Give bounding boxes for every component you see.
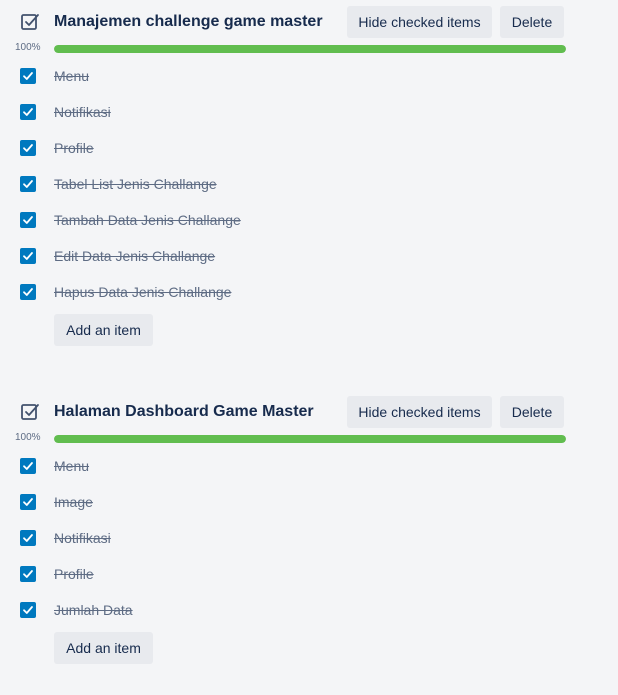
item-label[interactable]: Jumlah Data xyxy=(54,602,133,618)
checklist-item[interactable]: Edit Data Jenis Challange xyxy=(0,238,618,274)
checkmark-icon xyxy=(23,72,33,80)
progress-bar xyxy=(54,45,566,53)
checklist-item[interactable]: Jumlah Data xyxy=(0,592,618,628)
checklist-header: Halaman Dashboard Game Master Hide check… xyxy=(0,392,618,430)
item-checkbox[interactable] xyxy=(20,248,36,264)
checklist-item[interactable]: Notifikasi xyxy=(0,94,618,130)
item-label[interactable]: Profile xyxy=(54,566,94,582)
item-checkbox[interactable] xyxy=(20,68,36,84)
progress-bar xyxy=(54,435,566,443)
item-checkbox[interactable] xyxy=(20,176,36,192)
item-label[interactable]: Profile xyxy=(54,140,94,156)
checkmark-icon xyxy=(23,216,33,224)
progress-bar-fill xyxy=(54,45,566,53)
item-checkbox[interactable] xyxy=(20,566,36,582)
add-item-button[interactable]: Add an item xyxy=(54,314,153,346)
checkmark-icon xyxy=(23,108,33,116)
progress-percentage: 100% xyxy=(15,42,41,53)
delete-checklist-button[interactable]: Delete xyxy=(500,396,564,428)
checklist-item[interactable]: Profile xyxy=(0,130,618,166)
item-label[interactable]: Image xyxy=(54,494,93,510)
checklist-item[interactable]: Hapus Data Jenis Challange xyxy=(0,274,618,310)
progress-bar-fill xyxy=(54,435,566,443)
checkmark-icon xyxy=(23,252,33,260)
checkmark-icon xyxy=(23,498,33,506)
checklist-item[interactable]: Menu xyxy=(0,58,618,94)
item-checkbox[interactable] xyxy=(20,458,36,474)
checklist-item[interactable]: Tambah Data Jenis Challange xyxy=(0,202,618,238)
checkmark-icon xyxy=(23,180,33,188)
item-label[interactable]: Menu xyxy=(54,68,89,84)
checklist: Manajemen challenge game master Hide che… xyxy=(0,2,618,354)
checklist-item[interactable]: Profile xyxy=(0,556,618,592)
progress-row: 100% xyxy=(0,430,618,448)
item-label[interactable]: Notifikasi xyxy=(54,104,111,120)
item-checkbox[interactable] xyxy=(20,602,36,618)
hide-checked-items-button[interactable]: Hide checked items xyxy=(347,396,492,428)
checkmark-icon xyxy=(23,144,33,152)
checkmark-icon xyxy=(23,534,33,542)
checklist-header: Manajemen challenge game master Hide che… xyxy=(0,2,618,40)
item-checkbox[interactable] xyxy=(20,494,36,510)
delete-checklist-button[interactable]: Delete xyxy=(500,6,564,38)
checkmark-icon xyxy=(23,462,33,470)
item-checkbox[interactable] xyxy=(20,104,36,120)
item-label[interactable]: Edit Data Jenis Challange xyxy=(54,248,215,264)
checklist-title[interactable]: Halaman Dashboard Game Master xyxy=(54,403,314,421)
checklist-items: Menu Notifikasi Profile Tabel List Jenis Ch… xyxy=(0,58,618,310)
item-label[interactable]: Tambah Data Jenis Challange xyxy=(54,212,241,228)
checklist-item[interactable]: Notifikasi xyxy=(0,520,618,556)
checklist: Halaman Dashboard Game Master Hide check… xyxy=(0,392,618,672)
item-checkbox[interactable] xyxy=(20,140,36,156)
checkmark-icon xyxy=(23,570,33,578)
item-label[interactable]: Tabel List Jenis Challange xyxy=(54,176,217,192)
checklist-item[interactable]: Image xyxy=(0,484,618,520)
progress-row: 100% xyxy=(0,40,618,58)
checklist-icon xyxy=(20,402,40,422)
item-label[interactable]: Notifikasi xyxy=(54,530,111,546)
progress-percentage: 100% xyxy=(15,432,41,443)
add-item-button[interactable]: Add an item xyxy=(54,632,153,664)
checklist-title[interactable]: Manajemen challenge game master xyxy=(54,13,323,31)
item-checkbox[interactable] xyxy=(20,530,36,546)
item-checkbox[interactable] xyxy=(20,212,36,228)
item-checkbox[interactable] xyxy=(20,284,36,300)
checklist-item[interactable]: Tabel List Jenis Challange xyxy=(0,166,618,202)
item-label[interactable]: Menu xyxy=(54,458,89,474)
hide-checked-items-button[interactable]: Hide checked items xyxy=(347,6,492,38)
checklist-icon xyxy=(20,12,40,32)
item-label[interactable]: Hapus Data Jenis Challange xyxy=(54,284,231,300)
checkmark-icon xyxy=(23,288,33,296)
checklist-items: Menu Image Notifikasi Profile Jumlah Data xyxy=(0,448,618,628)
checkmark-icon xyxy=(23,606,33,614)
checklist-item[interactable]: Menu xyxy=(0,448,618,484)
